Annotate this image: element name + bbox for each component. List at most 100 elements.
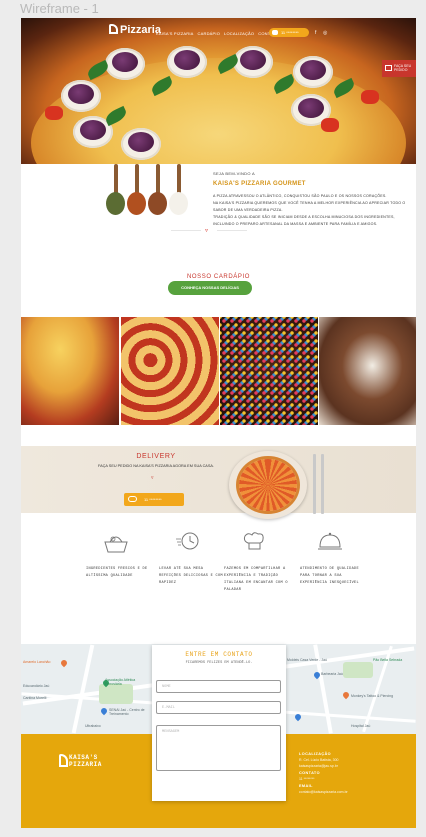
map-label: Pão Bella Sebrada xyxy=(373,658,403,662)
fork-image xyxy=(313,454,316,514)
footer-contact-label: CONTATO xyxy=(299,771,320,775)
map-label: Barbearia Jaú xyxy=(321,672,343,676)
map-pin-icon[interactable] xyxy=(99,706,109,716)
top-navbar: Pizzaria KAISA'S PIZZARIA CARDÁPIO LOCAL… xyxy=(21,22,416,44)
heart-divider-icon: ▿ xyxy=(151,475,154,481)
brand-logo[interactable]: Pizzaria xyxy=(109,24,161,36)
header-phone-button[interactable]: 11 ******** xyxy=(269,28,309,37)
pizza-slice-icon xyxy=(109,24,118,34)
map-label: Amarelo Lanchão xyxy=(23,660,51,664)
delivery-icon xyxy=(175,531,203,553)
gallery-image-dessert-pizza[interactable] xyxy=(319,317,416,425)
delivery-phone-button[interactable]: 11 ******** xyxy=(124,493,184,506)
topping-burrata xyxy=(61,80,101,112)
pizza-slice-icon xyxy=(59,754,68,767)
welcome-title: KAISA'S PIZZARIA GOURMET xyxy=(213,181,306,187)
delivery-pizza-image xyxy=(229,451,307,519)
knife-image xyxy=(321,454,324,514)
menu-gallery xyxy=(21,317,416,425)
spices-spoons-image xyxy=(103,164,193,220)
header-phone-number: 11 ******** xyxy=(281,30,299,35)
wireframe-title: Wireframe - 1 xyxy=(20,1,99,16)
tomato-slice xyxy=(45,106,63,120)
topping-burrata xyxy=(105,48,145,80)
map-park xyxy=(343,662,373,678)
section-divider xyxy=(217,230,247,231)
menu-title: NOSSO CARDÁPIO xyxy=(186,274,251,280)
footer-phone[interactable]: 11 ******** xyxy=(299,777,404,781)
map-pin-icon[interactable] xyxy=(341,690,351,700)
nav-item-location[interactable]: LOCALIZAÇÃO xyxy=(224,31,254,36)
gallery-image-cheese-pizza[interactable] xyxy=(21,317,119,425)
chef-hat-icon xyxy=(240,531,268,553)
topping-burrata xyxy=(167,46,207,78)
instagram-icon[interactable]: ◎ xyxy=(323,30,327,36)
tomato-slice xyxy=(361,90,379,104)
map-label: Cantina Morelli xyxy=(23,696,47,700)
contact-title: ENTRE EM CONTATO xyxy=(185,651,253,658)
message-field[interactable]: MENSAGEM xyxy=(156,725,281,771)
feature-text: ATENDIMENTO DE QUALIDADE PARA TORNAR A S… xyxy=(300,567,359,585)
feature-italian-tradition: FAZEMOS EM COMPARTILHAR A EXPERIÊNCIA E … xyxy=(224,531,290,594)
heart-divider-icon: ▿ xyxy=(205,228,209,234)
footer-logo[interactable]: KAISA'S PIZZARIA xyxy=(59,754,102,768)
order-now-label: FAÇA SEU PEDIDO xyxy=(394,64,412,72)
footer-location-label: LOCALIZAÇÃO xyxy=(299,752,332,756)
basket-icon xyxy=(102,531,130,553)
feature-text: LEVAR ATÉ SUA MESA REFEIÇÕES DELICIOSAS … xyxy=(159,567,223,585)
contact-form-card: ENTRE EM CONTATO FICAREMOS FELIZES EM AT… xyxy=(152,645,286,801)
topping-burrata xyxy=(233,46,273,78)
menu-cta-button[interactable]: CONHEÇA NOSSAS DELÍCIAS xyxy=(168,281,252,295)
motorbike-icon xyxy=(128,496,137,502)
footer-email[interactable]: contato@kaisaspizzaria.com.br xyxy=(299,790,404,794)
footer-address-extra: kaisaspizzaria@jau.sp.br xyxy=(299,764,338,768)
delivery-section: DELIVERY FAÇA SEU PEDIDO NA KAISA'S PIZZ… xyxy=(21,446,416,519)
welcome-paragraph: TRADIÇÃO & QUALIDADE SÃO SE INICIAM DESD… xyxy=(213,215,395,226)
landing-page-frame: Pizzaria KAISA'S PIZZARIA CARDÁPIO LOCAL… xyxy=(21,18,416,828)
map-label: Ultrabaixo xyxy=(85,724,101,728)
welcome-kicker: SEJA BEM-VINDO A xyxy=(213,171,255,176)
footer-address: R. Cel. Lúcio Batista, 300 xyxy=(299,758,339,762)
cart-icon xyxy=(385,65,392,71)
footer-logo-line: KAISA'S xyxy=(69,754,98,761)
feature-text: INGREDIENTES FRESCOS E DE ALTÍSSIMA QUAL… xyxy=(86,567,148,578)
hero-banner: Pizzaria KAISA'S PIZZARIA CARDÁPIO LOCAL… xyxy=(21,18,416,164)
topping-burrata xyxy=(121,128,161,160)
welcome-paragraph: NA KAISA'S PIZZARIA QUEREMOS QUE VOCÊ TE… xyxy=(213,201,406,212)
feature-fresh-ingredients: INGREDIENTES FRESCOS E DE ALTÍSSIMA QUAL… xyxy=(86,531,152,580)
map-label: Educandário Jaú xyxy=(23,684,50,688)
map-label: SENAI Jaú - Centro de Treinamento xyxy=(109,708,145,716)
welcome-paragraph: A PIZZA ATRAVESSOU O ATLÂNTICO, CONQUIST… xyxy=(213,194,387,198)
name-field[interactable]: NOME xyxy=(156,680,281,693)
map-pin-icon[interactable] xyxy=(59,658,69,668)
gallery-image-chocolate-pizza[interactable] xyxy=(220,317,318,425)
features-section: INGREDIENTES FRESCOS E DE ALTÍSSIMA QUAL… xyxy=(21,531,416,611)
delivery-phone-number: 11 ******** xyxy=(144,497,162,502)
feature-fast-delivery: LEVAR ATÉ SUA MESA REFEIÇÕES DELICIOSAS … xyxy=(159,531,225,587)
section-divider xyxy=(171,230,201,231)
footer-email-label: EMAIL xyxy=(299,784,313,788)
feature-text: FAZEMOS EM COMPARTILHAR A EXPERIÊNCIA E … xyxy=(224,567,288,592)
email-field[interactable]: E-MAIL xyxy=(156,701,281,714)
footer-logo-line: PIZZARIA xyxy=(69,761,102,768)
contact-subtitle: FICAREMOS FELIZES EM ATENDÊ-LO. xyxy=(185,661,253,665)
nav-links: KAISA'S PIZZARIA CARDÁPIO LOCALIZAÇÃO CO… xyxy=(156,31,279,36)
map-road xyxy=(71,644,95,734)
gallery-image-pepperoni-pizza[interactable] xyxy=(121,317,219,425)
cloche-icon xyxy=(316,531,344,553)
map-label: Monkey's Tattoo & Piercing xyxy=(351,694,394,698)
nav-item-home[interactable]: KAISA'S PIZZARIA xyxy=(156,31,194,36)
topping-burrata xyxy=(293,56,333,88)
map-label: Hospital Jaú xyxy=(351,724,371,728)
welcome-section: SEJA BEM-VINDO A KAISA'S PIZZARIA GOURME… xyxy=(213,171,408,228)
feature-quality-service: ATENDIMENTO DE QUALIDADE PARA TORNAR A S… xyxy=(300,531,366,587)
order-now-badge[interactable]: FAÇA SEU PEDIDO xyxy=(382,60,416,77)
brand-name: Pizzaria xyxy=(120,24,161,36)
tomato-slice xyxy=(321,118,339,132)
welcome-text: A PIZZA ATRAVESSOU O ATLÂNTICO, CONQUIST… xyxy=(213,193,408,228)
map-label: Associação Atlética Ferroviária xyxy=(105,678,136,686)
phone-icon xyxy=(272,30,278,35)
nav-item-menu[interactable]: CARDÁPIO xyxy=(198,31,221,36)
facebook-icon[interactable]: f xyxy=(315,30,316,36)
footer-info: LOCALIZAÇÃO R. Cel. Lúcio Batista, 300 k… xyxy=(299,749,404,794)
